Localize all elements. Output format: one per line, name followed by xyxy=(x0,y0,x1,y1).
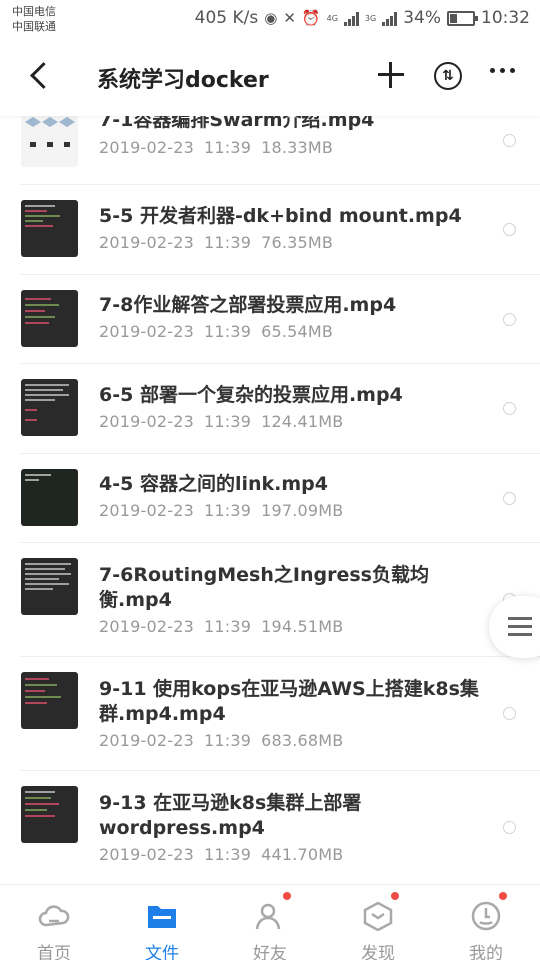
carrier-names: 中国电信 中国联通 xyxy=(12,4,56,34)
tab-label: 我的 xyxy=(469,944,503,960)
video-thumbnail xyxy=(21,290,78,347)
select-radio[interactable] xyxy=(503,313,516,326)
tab-home[interactable]: 首页 xyxy=(0,885,108,960)
clock: 10:32 xyxy=(481,8,530,28)
tab-label: 好友 xyxy=(253,944,287,960)
file-meta: 2019-02-23 11:39 18.33MB xyxy=(99,138,334,157)
page-title: 系统学习docker xyxy=(97,68,269,93)
video-thumbnail xyxy=(21,558,78,615)
file-meta: 2019-02-23 11:39 194.51MB xyxy=(99,617,344,636)
hotspot-icon: ◉ xyxy=(264,9,278,27)
select-radio[interactable] xyxy=(503,707,516,720)
mute-icon: ✕ xyxy=(283,9,296,27)
video-thumbnail xyxy=(21,379,78,436)
file-name: 4-5 容器之间的link.mp4 xyxy=(99,473,328,495)
file-name: 9-13 在亚马逊k8s集群上部署wordpress.mp4 xyxy=(99,792,362,839)
list-item[interactable]: 6-5 部署一个复杂的投票应用.mp4 2019-02-23 11:39 124.4… xyxy=(20,364,540,454)
notification-badge xyxy=(498,892,507,900)
notification-badge xyxy=(390,892,399,900)
profile-icon xyxy=(471,901,501,931)
file-meta: 2019-02-23 11:39 76.35MB xyxy=(99,233,334,252)
transfer-icon[interactable]: ⇅ xyxy=(434,62,462,90)
file-name: 7-1容器编排Swarm介绍.mp4 xyxy=(99,116,375,131)
list-item[interactable]: 4-5 容器之间的link.mp4 2019-02-23 11:39 197.09M… xyxy=(20,454,540,543)
carrier-2: 中国联通 xyxy=(12,20,56,33)
file-list: 7-1容器编排Swarm介绍.mp4 2019-02-23 11:39 18.33M… xyxy=(0,116,540,884)
carrier-1: 中国电信 xyxy=(12,5,56,18)
tab-friends[interactable]: 好友 xyxy=(216,885,324,960)
tab-label: 文件 xyxy=(145,944,179,960)
list-item[interactable]: 7-6RoutingMesh之Ingress负载均衡.mp4 2019-02-2… xyxy=(20,543,540,657)
tab-files[interactable]: 文件 xyxy=(108,885,216,960)
tab-label: 首页 xyxy=(37,944,71,960)
battery-icon xyxy=(447,10,478,26)
folder-icon xyxy=(148,906,176,928)
video-thumbnail xyxy=(21,672,78,729)
file-meta: 2019-02-23 11:39 441.70MB xyxy=(99,845,344,864)
app-header: 系统学习docker ⇅ xyxy=(0,38,540,116)
list-item[interactable]: 5-5 开发者利器-dk+bind mount.mp4 2019-02-23 11… xyxy=(20,185,540,275)
tab-label: 发现 xyxy=(361,944,395,960)
file-name: 7-6RoutingMesh之Ingress负载均衡.mp4 xyxy=(99,564,429,611)
signal-icon-2 xyxy=(382,10,398,26)
discover-icon xyxy=(363,901,393,931)
cloud-icon xyxy=(38,905,70,927)
list-item[interactable]: 9-11 使用kops在亚马逊AWS上搭建k8s集群.mp4.mp4 2019-… xyxy=(20,657,540,771)
select-radio[interactable] xyxy=(503,402,516,415)
select-radio[interactable] xyxy=(503,492,516,505)
video-thumbnail xyxy=(21,116,78,167)
file-meta: 2019-02-23 11:39 197.09MB xyxy=(99,501,344,520)
more-icon[interactable] xyxy=(490,68,515,73)
tab-discover[interactable]: 发现 xyxy=(324,885,432,960)
friends-icon xyxy=(255,903,281,930)
list-item[interactable]: 7-8作业解答之部署投票应用.mp4 2019-02-23 11:39 65.54M… xyxy=(20,275,540,364)
list-item[interactable]: 7-1容器编排Swarm介绍.mp4 2019-02-23 11:39 18.33M… xyxy=(20,116,540,185)
bottom-nav: 首页 文件 好友 发现 我的 xyxy=(0,884,540,960)
tab-profile[interactable]: 我的 xyxy=(432,885,540,960)
file-name: 5-5 开发者利器-dk+bind mount.mp4 xyxy=(99,205,462,227)
network-type-2: 3G xyxy=(364,13,377,23)
select-radio[interactable] xyxy=(503,223,516,236)
select-radio[interactable] xyxy=(503,821,516,834)
alarm-icon: ⏰ xyxy=(301,9,321,27)
status-bar: 中国电信 中国联通 405 K/s ◉ ✕ ⏰ 4G 3G 34% 10:32 xyxy=(0,0,540,38)
back-icon[interactable] xyxy=(26,60,56,94)
file-name: 9-11 使用kops在亚马逊AWS上搭建k8s集群.mp4.mp4 xyxy=(99,678,479,725)
video-thumbnail xyxy=(21,469,78,526)
video-thumbnail xyxy=(21,786,78,843)
list-item[interactable]: 9-13 在亚马逊k8s集群上部署wordpress.mp4 2019-02-2… xyxy=(20,771,540,884)
file-meta: 2019-02-23 11:39 683.68MB xyxy=(99,731,344,750)
signal-icon xyxy=(343,10,359,26)
file-name: 6-5 部署一个复杂的投票应用.mp4 xyxy=(99,384,403,406)
network-type-1: 4G xyxy=(326,13,338,23)
video-thumbnail xyxy=(21,200,78,257)
notification-badge xyxy=(282,892,291,900)
select-radio[interactable] xyxy=(503,134,516,147)
network-speed: 405 K/s xyxy=(194,8,259,28)
file-name: 7-8作业解答之部署投票应用.mp4 xyxy=(99,294,397,316)
add-icon[interactable] xyxy=(377,61,405,89)
battery-percent: 34% xyxy=(403,8,441,28)
file-meta: 2019-02-23 11:39 124.41MB xyxy=(99,412,344,431)
file-meta: 2019-02-23 11:39 65.54MB xyxy=(99,322,334,341)
